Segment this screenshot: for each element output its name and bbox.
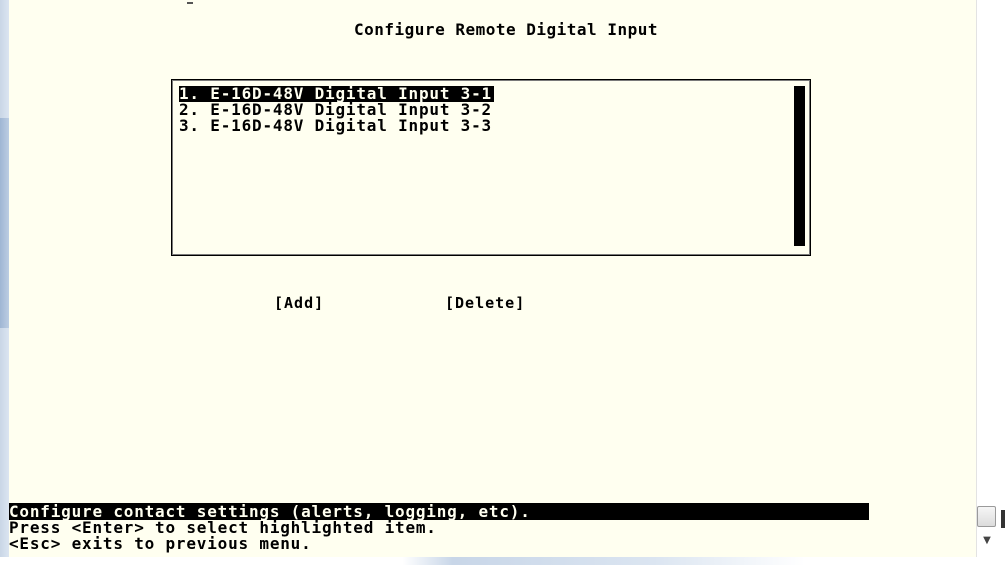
input-list: 1. E-16D-48V Digital Input 3-1 2. E-16D-… [179, 86, 494, 134]
window-resize-grip [1001, 510, 1005, 528]
input-list-box[interactable]: 1. E-16D-48V Digital Input 3-1 2. E-16D-… [171, 79, 811, 256]
add-button[interactable]: [Add] [274, 294, 324, 312]
cursor-mark [187, 2, 193, 4]
window-frame-right [996, 0, 1006, 565]
scroll-down-arrow-icon[interactable]: ▼ [980, 535, 994, 547]
terminal-screen: Configure Remote Digital Input 1. E-16D-… [9, 0, 976, 565]
taskbar-strip [0, 557, 1006, 565]
window-frame-accent [0, 118, 9, 328]
window-scrollbar[interactable] [976, 0, 997, 565]
window-scrollbar-thumb[interactable] [977, 506, 996, 527]
page-title: Configure Remote Digital Input [354, 20, 658, 39]
list-item-input-3-3[interactable]: 3. E-16D-48V Digital Input 3-3 [179, 118, 494, 134]
delete-button[interactable]: [Delete] [445, 294, 525, 312]
list-scrollbar[interactable] [794, 86, 805, 246]
help-esc-text: <Esc> exits to previous menu. [9, 534, 312, 553]
